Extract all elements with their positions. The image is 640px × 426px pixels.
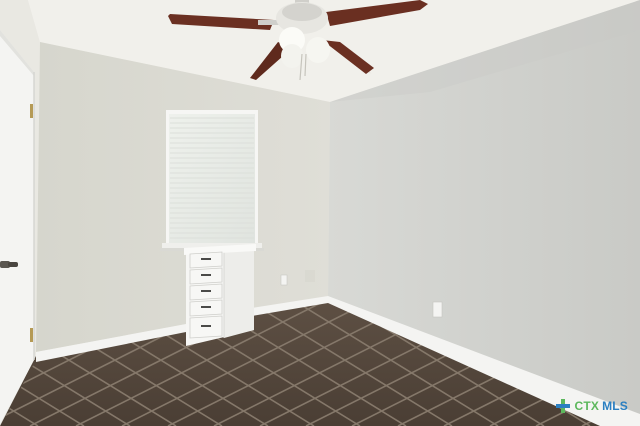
drawer-handle [201,325,211,327]
dresser [184,244,256,346]
mls-watermark: CTX MLS [555,398,628,414]
mls-logo-icon [555,398,571,414]
door-knob [0,261,18,268]
wall-outlet-right [432,301,443,318]
door-hinge [30,104,33,118]
drawer-handle [201,274,211,276]
empty-bedroom-image [0,0,640,426]
drawer-handle [201,290,211,292]
watermark-brand-part2: MLS [602,399,628,413]
door [0,30,34,424]
room-photo: CTX MLS [0,0,640,426]
watermark-brand-part1: CTX [574,399,600,413]
window [160,110,264,251]
drawer-handle [201,258,211,260]
wall-outlet [280,274,288,286]
drawer-handle [201,306,211,308]
door-hinge-lower [30,328,33,342]
